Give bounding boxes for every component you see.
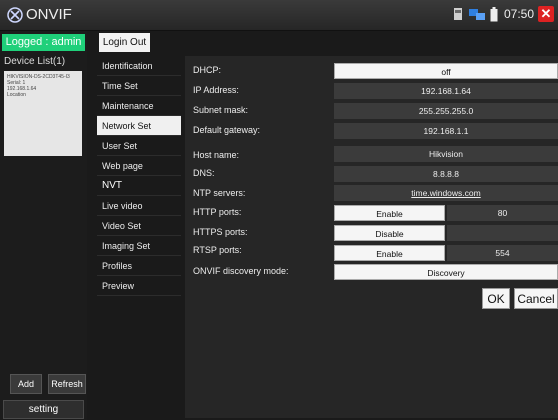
default-gateway-label: Default gateway: xyxy=(193,125,261,135)
menu-item-video-set[interactable]: Video Set xyxy=(97,216,181,236)
network-icon xyxy=(468,9,485,20)
status-icons: 07:50 ✕ xyxy=(452,6,554,22)
dhcp-select[interactable]: off xyxy=(334,63,558,79)
menu-item-time-set[interactable]: Time Set xyxy=(97,76,181,96)
dns-field[interactable]: 8.8.8.8 xyxy=(334,166,558,182)
onvif-discovery-mode-label: ONVIF discovery mode: xyxy=(193,266,289,276)
ntp-servers-field[interactable]: time.windows.com xyxy=(334,185,558,201)
device-list-title: Device List(1) xyxy=(4,56,66,67)
menu-item-preview[interactable]: Preview xyxy=(97,276,181,296)
host-name-field[interactable]: Hikvision xyxy=(334,146,558,162)
setting-button[interactable]: setting xyxy=(3,400,84,419)
add-button[interactable]: Add xyxy=(10,374,42,394)
clock: 07:50 xyxy=(503,7,534,21)
ntp-servers-value: time.windows.com xyxy=(411,188,481,198)
onvif-discovery-mode-select[interactable]: Discovery xyxy=(334,264,558,280)
ok-button[interactable]: OK xyxy=(482,288,510,309)
side-menu: Identification Time Set Maintenance Netw… xyxy=(97,56,181,296)
ip-address-field[interactable]: 192.168.1.64 xyxy=(334,83,558,99)
menu-item-web-page[interactable]: Web page xyxy=(97,156,181,176)
menu-item-maintenance[interactable]: Maintenance xyxy=(97,96,181,116)
menu-item-nvt[interactable]: NVT xyxy=(97,176,181,196)
default-gateway-field[interactable]: 192.168.1.1 xyxy=(334,123,558,139)
sd-card-icon xyxy=(453,8,462,20)
http-ports-label: HTTP ports: xyxy=(193,207,242,217)
rtsp-port-field[interactable]: 554 xyxy=(447,245,558,261)
refresh-button[interactable]: Refresh xyxy=(48,374,86,394)
rtsp-state-select[interactable]: Enable xyxy=(334,245,445,261)
device-location: Location xyxy=(7,92,26,98)
dhcp-label: DHCP: xyxy=(193,65,222,75)
https-state-select[interactable]: Disable xyxy=(334,225,445,241)
menu-item-profiles[interactable]: Profiles xyxy=(97,256,181,276)
app-title: ONVIF xyxy=(26,6,72,23)
menu-item-imaging-set[interactable]: Imaging Set xyxy=(97,236,181,256)
left-panel: Logged : admin Device List(1) HIKVISION-… xyxy=(0,31,87,420)
menu-item-identification[interactable]: Identification xyxy=(97,56,181,76)
logged-status: Logged : admin xyxy=(2,34,85,51)
device-card[interactable]: HIKVISION-DS-2CD3T45-I3 Serial: 1 192.16… xyxy=(4,71,82,156)
menu-item-network-set[interactable]: Network Set xyxy=(97,116,181,136)
login-out-button[interactable]: Login Out xyxy=(99,33,150,52)
subnet-mask-label: Subnet mask: xyxy=(193,105,249,115)
rtsp-ports-label: RTSP ports: xyxy=(193,245,242,255)
http-port-field[interactable]: 80 xyxy=(447,205,558,221)
dns-label: DNS: xyxy=(193,168,215,178)
close-icon[interactable]: ✕ xyxy=(538,6,554,22)
onvif-logo-icon xyxy=(7,7,23,23)
http-state-select[interactable]: Enable xyxy=(334,205,445,221)
host-name-label: Host name: xyxy=(193,150,240,160)
subnet-mask-field[interactable]: 255.255.255.0 xyxy=(334,103,558,119)
title-bar: ONVIF 07:50 ✕ xyxy=(0,0,558,31)
ip-address-label: IP Address: xyxy=(193,85,239,95)
menu-item-live-video[interactable]: Live video xyxy=(97,196,181,216)
battery-icon xyxy=(490,6,498,21)
ntp-servers-label: NTP servers: xyxy=(193,188,246,198)
network-settings-panel: DHCP: off IP Address: 192.168.1.64 Subne… xyxy=(185,56,558,418)
https-port-field[interactable] xyxy=(447,225,558,241)
menu-item-user-set[interactable]: User Set xyxy=(97,136,181,156)
https-ports-label: HTTPS ports: xyxy=(193,227,248,237)
cancel-button[interactable]: Cancel xyxy=(514,288,558,309)
